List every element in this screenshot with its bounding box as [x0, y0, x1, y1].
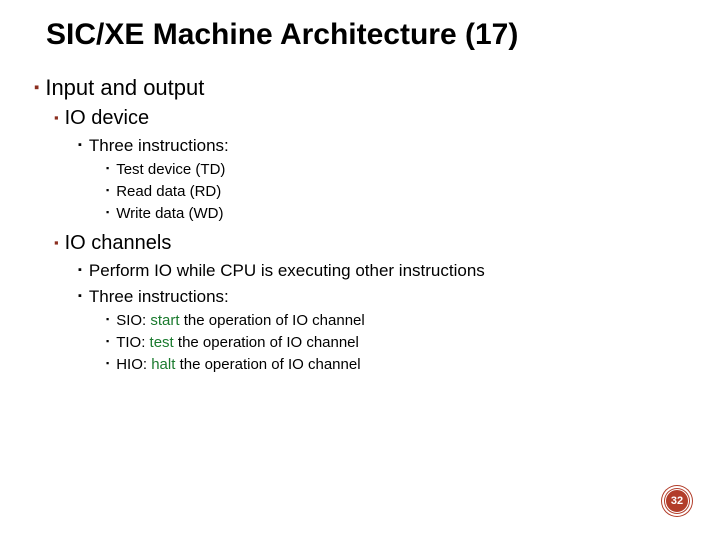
bullet-text: Read data (RD) — [116, 183, 221, 200]
bullet-text: Write data (WD) — [116, 205, 223, 222]
bullet-l3: ▪ Three instructions: — [78, 136, 720, 156]
bullet-l4: ▪ TIO: test the operation of IO channel — [106, 334, 720, 351]
bullet-l4: ▪ SIO: start the operation of IO channel — [106, 312, 720, 329]
slide-title: SIC/XE Machine Architecture (17) — [0, 0, 720, 65]
square-bullet-icon: ▪ — [106, 356, 109, 371]
keyword: test — [150, 334, 174, 351]
square-bullet-icon: ▪ — [78, 288, 82, 305]
bullet-text-post: the operation of IO channel — [174, 334, 359, 351]
bullet-l4: ▪ HIO: halt the operation of IO channel — [106, 356, 720, 373]
bullet-text-post: the operation of IO channel — [180, 312, 365, 329]
keyword: start — [150, 312, 179, 329]
bullet-l1: ▪ Input and output — [34, 75, 720, 101]
bullet-text-pre: HIO: — [116, 356, 151, 373]
square-bullet-icon: ▪ — [78, 262, 82, 279]
bullet-text: IO device — [65, 107, 149, 129]
square-bullet-icon: ▪ — [106, 205, 109, 220]
bullet-text: IO channels — [65, 232, 172, 254]
bullet-l2: ▪ IO device — [54, 107, 720, 130]
bullet-text: Three instructions: — [89, 136, 229, 155]
bullet-text: Perform IO while CPU is executing other … — [89, 261, 485, 280]
bullet-l3: ▪ Perform IO while CPU is executing other… — [78, 261, 720, 281]
bullet-l4: ▪ Read data (RD) — [106, 183, 720, 200]
slide-content: ▪ Input and output ▪ IO device ▪ Three inst… — [0, 75, 720, 373]
bullet-text: Input and output — [45, 75, 204, 100]
bullet-text-post: the operation of IO channel — [175, 356, 360, 373]
square-bullet-icon: ▪ — [106, 161, 109, 176]
bullet-text-pre: TIO: — [116, 334, 149, 351]
square-bullet-icon: ▪ — [78, 137, 82, 154]
bullet-text: Test device (TD) — [116, 161, 225, 178]
bullet-text: Three instructions: — [89, 287, 229, 306]
page-number-badge: 32 — [662, 486, 692, 516]
bullet-l2: ▪ IO channels — [54, 232, 720, 255]
bullet-text-pre: SIO: — [116, 312, 150, 329]
square-bullet-icon: ▪ — [34, 77, 39, 99]
bullet-l4: ▪ Write data (WD) — [106, 205, 720, 222]
square-bullet-icon: ▪ — [106, 334, 109, 349]
bullet-l3: ▪ Three instructions: — [78, 287, 720, 307]
keyword: halt — [151, 356, 175, 373]
page-number: 32 — [665, 489, 689, 513]
square-bullet-icon: ▪ — [106, 183, 109, 198]
square-bullet-icon: ▪ — [54, 108, 59, 128]
square-bullet-icon: ▪ — [54, 233, 59, 253]
bullet-l4: ▪ Test device (TD) — [106, 161, 720, 178]
square-bullet-icon: ▪ — [106, 312, 109, 327]
